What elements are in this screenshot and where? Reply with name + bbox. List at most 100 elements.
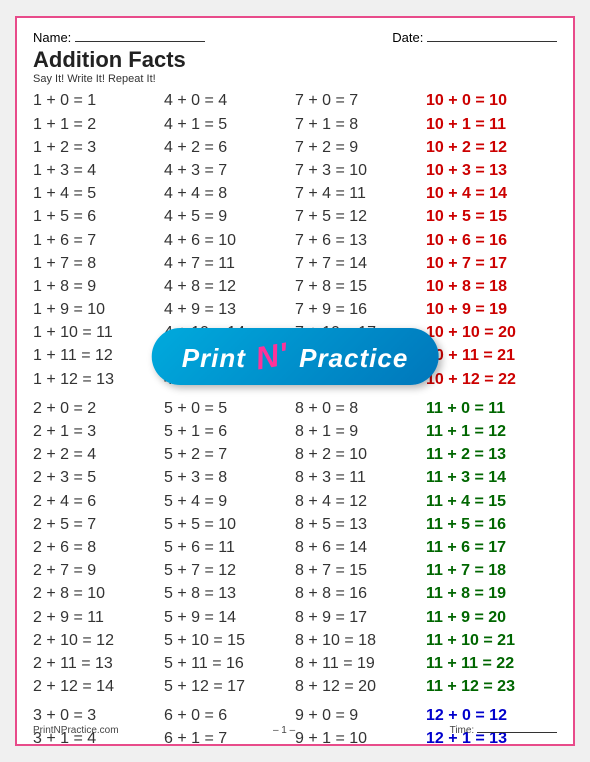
fact-item: 8 + 4 = 12: [295, 490, 426, 513]
fact-item: 5 + 12 = 17: [164, 675, 295, 698]
fact-item: 11 + 7 = 18: [426, 559, 557, 582]
fact-item: 5 + 5 = 10: [164, 513, 295, 536]
fact-item: 5 + 10 = 15: [164, 629, 295, 652]
fact-item: 8 + 10 = 18: [295, 629, 426, 652]
fact-item: 4 + 0 = 4: [164, 89, 295, 112]
fact-item: 7 + 5 = 12: [295, 205, 426, 228]
time-label: Time:: [450, 725, 557, 736]
fact-item: 11 + 0 = 11: [426, 397, 557, 420]
fact-item: 8 + 3 = 11: [295, 466, 426, 489]
fact-item: 7 + 8 = 15: [295, 275, 426, 298]
fact-item: 5 + 3 = 8: [164, 466, 295, 489]
fact-item: 11 + 6 = 17: [426, 536, 557, 559]
fact-item: 7 + 0 = 7: [295, 89, 426, 112]
fact-item: 7 + 6 = 13: [295, 229, 426, 252]
fact-item: 7 + 1 = 8: [295, 113, 426, 136]
fact-item: 5 + 0 = 5: [164, 397, 295, 420]
footer: PrintNPractice.com – 1 – Time:: [33, 725, 557, 736]
fact-item: 3 + 0 = 3: [33, 704, 164, 727]
fact-item: 8 + 2 = 10: [295, 443, 426, 466]
fact-item: 2 + 0 = 2: [33, 397, 164, 420]
fact-item: 1 + 1 = 2: [33, 113, 164, 136]
worksheet-page: Name: Date: Addition Facts Say It! Write…: [15, 16, 575, 746]
fact-item: 1 + 11 = 12: [33, 344, 164, 367]
fact-item: 8 + 1 = 9: [295, 420, 426, 443]
fact-item: 5 + 6 = 11: [164, 536, 295, 559]
fact-item: 10 + 12 = 22: [426, 368, 557, 391]
fact-item: 8 + 11 = 19: [295, 652, 426, 675]
fact-item: 10 + 10 = 20: [426, 321, 557, 344]
date-label: Date:: [392, 30, 557, 45]
col-0-0: 1 + 0 = 11 + 1 = 21 + 2 = 31 + 3 = 41 + …: [33, 89, 164, 390]
col-1-0: 2 + 0 = 22 + 1 = 32 + 2 = 42 + 3 = 52 + …: [33, 397, 164, 698]
fact-item: 10 + 5 = 15: [426, 205, 557, 228]
fact-item: 4 + 8 = 12: [164, 275, 295, 298]
fact-item: 5 + 1 = 6: [164, 420, 295, 443]
fact-item: 10 + 0 = 10: [426, 89, 557, 112]
fact-item: 2 + 1 = 3: [33, 420, 164, 443]
fact-item: 1 + 6 = 7: [33, 229, 164, 252]
fact-item: 1 + 12 = 13: [33, 368, 164, 391]
fact-item: 5 + 8 = 13: [164, 582, 295, 605]
fact-item: 1 + 7 = 8: [33, 252, 164, 275]
fact-item: 10 + 9 = 19: [426, 298, 557, 321]
logo-n-char: N': [253, 335, 292, 377]
fact-item: 4 + 5 = 9: [164, 205, 295, 228]
fact-item: 8 + 9 = 17: [295, 606, 426, 629]
fact-item: 4 + 7 = 11: [164, 252, 295, 275]
col-1-2: 8 + 0 = 88 + 1 = 98 + 2 = 108 + 3 = 118 …: [295, 397, 426, 698]
col-0-3: 10 + 0 = 1010 + 1 = 1110 + 2 = 1210 + 3 …: [426, 89, 557, 390]
fact-item: 11 + 11 = 22: [426, 652, 557, 675]
logo-banner: Print N' Practice: [152, 328, 439, 385]
fact-item: 1 + 3 = 4: [33, 159, 164, 182]
fact-item: 11 + 8 = 19: [426, 582, 557, 605]
fact-item: 2 + 3 = 5: [33, 466, 164, 489]
fact-item: 1 + 2 = 3: [33, 136, 164, 159]
fact-item: 2 + 6 = 8: [33, 536, 164, 559]
fact-item: 2 + 8 = 10: [33, 582, 164, 605]
fact-item: 10 + 1 = 11: [426, 113, 557, 136]
fact-item: 9 + 0 = 9: [295, 704, 426, 727]
fact-item: 8 + 8 = 16: [295, 582, 426, 605]
fact-item: 11 + 1 = 12: [426, 420, 557, 443]
fact-item: 4 + 2 = 6: [164, 136, 295, 159]
name-line: [75, 41, 205, 42]
fact-item: 5 + 9 = 14: [164, 606, 295, 629]
fact-item: 10 + 2 = 12: [426, 136, 557, 159]
page-number: – 1 –: [119, 725, 450, 736]
fact-item: 1 + 4 = 5: [33, 182, 164, 205]
fact-item: 4 + 6 = 10: [164, 229, 295, 252]
fact-item: 10 + 7 = 17: [426, 252, 557, 275]
fact-item: 10 + 11 = 21: [426, 344, 557, 367]
fact-item: 11 + 2 = 13: [426, 443, 557, 466]
fact-item: 10 + 6 = 16: [426, 229, 557, 252]
fact-item: 11 + 5 = 16: [426, 513, 557, 536]
website-label: PrintNPractice.com: [33, 725, 119, 736]
fact-item: 1 + 8 = 9: [33, 275, 164, 298]
section-2: 2 + 0 = 22 + 1 = 32 + 2 = 42 + 3 = 52 + …: [33, 397, 557, 698]
fact-item: 5 + 4 = 9: [164, 490, 295, 513]
fact-item: 8 + 6 = 14: [295, 536, 426, 559]
fact-item: 8 + 0 = 8: [295, 397, 426, 420]
time-line: [477, 732, 557, 733]
name-label: Name:: [33, 30, 205, 45]
fact-item: 4 + 9 = 13: [164, 298, 295, 321]
fact-item: 11 + 10 = 21: [426, 629, 557, 652]
fact-item: 2 + 4 = 6: [33, 490, 164, 513]
fact-item: 6 + 0 = 6: [164, 704, 295, 727]
fact-item: 5 + 7 = 12: [164, 559, 295, 582]
fact-item: 1 + 10 = 11: [33, 321, 164, 344]
fact-item: 2 + 12 = 14: [33, 675, 164, 698]
fact-item: 2 + 7 = 9: [33, 559, 164, 582]
fact-item: 1 + 0 = 1: [33, 89, 164, 112]
fact-item: 4 + 3 = 7: [164, 159, 295, 182]
fact-item: 4 + 4 = 8: [164, 182, 295, 205]
fact-item: 11 + 12 = 23: [426, 675, 557, 698]
fact-item: 11 + 3 = 14: [426, 466, 557, 489]
fact-item: 4 + 1 = 5: [164, 113, 295, 136]
fact-item: 2 + 10 = 12: [33, 629, 164, 652]
fact-item: 8 + 7 = 15: [295, 559, 426, 582]
page-title: Addition Facts: [33, 47, 557, 73]
fact-item: 5 + 11 = 16: [164, 652, 295, 675]
fact-item: 8 + 12 = 20: [295, 675, 426, 698]
